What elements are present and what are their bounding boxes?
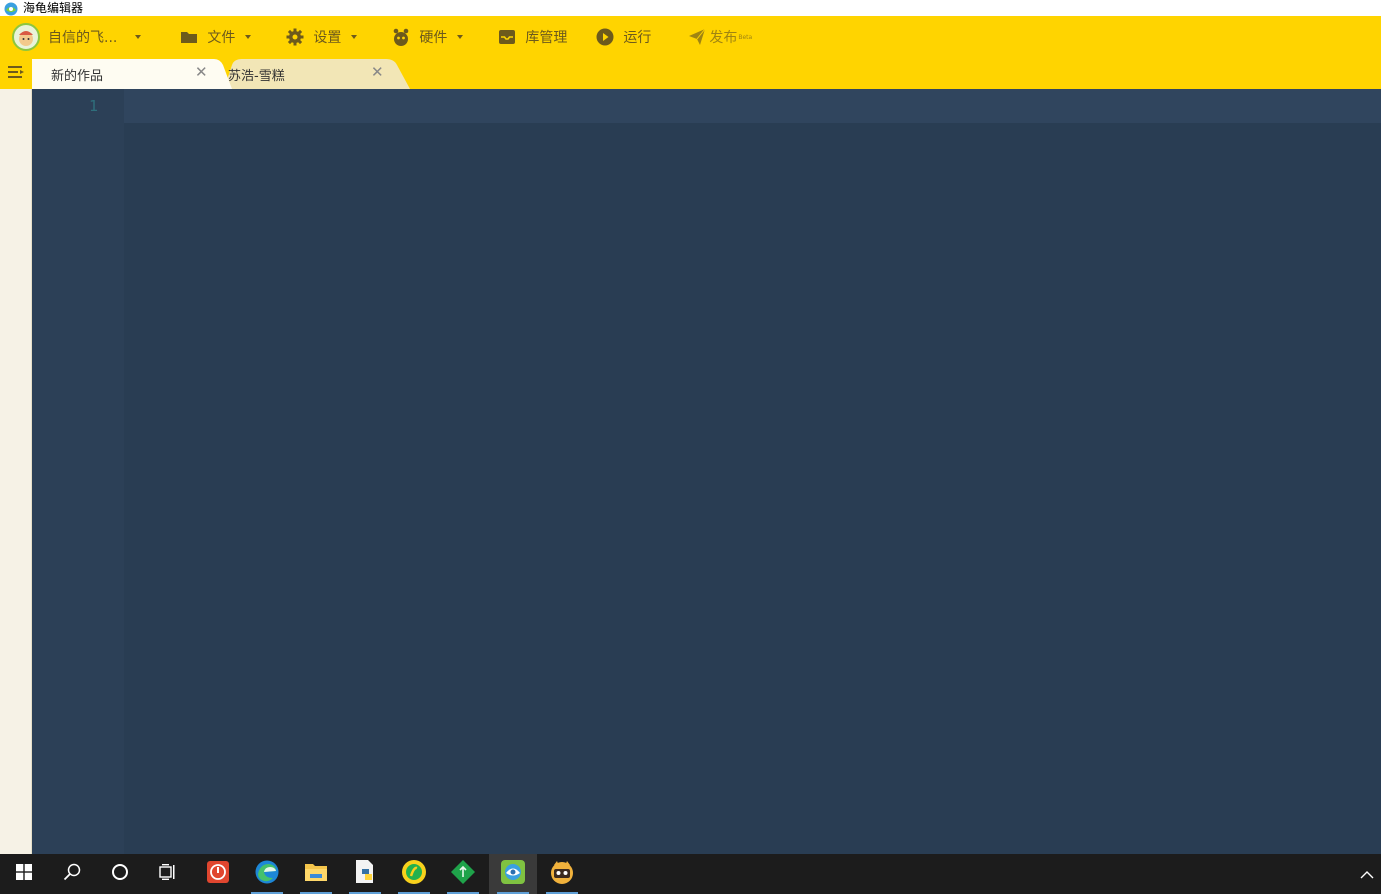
search-button[interactable] <box>48 854 96 894</box>
edge-icon <box>254 859 280 889</box>
run-button[interactable]: 运行 <box>595 16 651 58</box>
paper-plane-icon <box>687 27 707 47</box>
beta-badge: Beta <box>738 33 753 41</box>
task-view-button[interactable] <box>144 854 192 894</box>
tab-2-label: 苏浩-雪糕 <box>228 68 285 84</box>
hardware-menu-label: 硬件 <box>419 30 448 46</box>
taskbar-music[interactable] <box>390 854 438 894</box>
settings-menu[interactable]: 设置 <box>285 16 358 58</box>
taskbar-file-explorer[interactable] <box>292 854 340 894</box>
window-title: 海龟编辑器 <box>23 1 84 15</box>
cortana-icon <box>111 863 129 885</box>
show-hidden-icons-button[interactable] <box>1359 866 1375 882</box>
turtle-editor-icon <box>500 859 526 889</box>
library-manager-button[interactable]: 库管理 <box>497 16 567 58</box>
tab-1-label: 新的作品 <box>51 68 104 84</box>
file-explorer-icon <box>304 861 328 887</box>
close-icon[interactable]: ✕ <box>371 63 384 81</box>
chevron-up-icon <box>1360 865 1374 884</box>
sidebar-toggle-button[interactable] <box>0 58 32 89</box>
start-button[interactable] <box>0 854 48 894</box>
chevron-down-icon <box>135 35 142 39</box>
active-line-highlight[interactable] <box>124 89 1381 123</box>
user-name: 自信的飞... <box>48 30 118 46</box>
tab-1[interactable]: 新的作品 ✕ <box>32 59 232 89</box>
taskbar-python-file[interactable] <box>341 854 389 894</box>
run-label: 运行 <box>623 30 652 46</box>
chevron-down-icon <box>245 35 252 39</box>
taskbar-cat-app[interactable] <box>538 854 586 894</box>
tab-bar: 苏浩-雪糕 ✕ 新的作品 ✕ <box>0 58 1381 89</box>
taskbar-turtle-editor[interactable] <box>489 854 537 894</box>
side-panel <box>0 89 32 854</box>
chevron-down-icon <box>457 35 464 39</box>
app-red-icon <box>206 860 230 888</box>
avatar <box>12 23 40 51</box>
chevron-down-icon <box>351 35 358 39</box>
windows-taskbar <box>0 854 1381 894</box>
taskbar-edge[interactable] <box>243 854 291 894</box>
app-logo-icon <box>3 1 19 16</box>
close-icon[interactable]: ✕ <box>195 63 208 81</box>
publish-label: 发布 <box>709 30 738 46</box>
cortana-button[interactable] <box>96 854 144 894</box>
code-text-area[interactable] <box>124 123 1381 854</box>
line-number-gutter: 1 <box>32 89 124 854</box>
library-manager-label: 库管理 <box>525 30 568 46</box>
code-editor[interactable]: 1 <box>32 89 1381 854</box>
cat-app-icon <box>549 859 575 889</box>
taskbar-green-app[interactable] <box>439 854 487 894</box>
inbox-icon <box>497 27 517 47</box>
folder-icon <box>179 27 199 47</box>
file-menu-label: 文件 <box>207 30 236 46</box>
music-icon <box>401 859 427 889</box>
main-toolbar: 自信的飞... 文件 设置 硬件 库管理 运行 发布 Beta <box>0 16 1381 58</box>
menu-collapse-icon <box>8 64 24 83</box>
search-icon <box>63 863 81 885</box>
start-icon <box>16 864 32 884</box>
play-circle-icon <box>595 27 615 47</box>
publish-button[interactable]: 发布 Beta <box>687 16 752 58</box>
taskbar-app-red[interactable] <box>194 854 242 894</box>
green-diamond-icon <box>450 859 476 889</box>
task-view-icon <box>159 863 177 885</box>
user-menu[interactable]: 自信的飞... <box>12 16 142 58</box>
hardware-menu[interactable]: 硬件 <box>391 16 464 58</box>
tab-2[interactable]: 苏浩-雪糕 ✕ <box>214 59 410 89</box>
title-bar: 海龟编辑器 <box>0 0 1381 16</box>
settings-menu-label: 设置 <box>313 30 342 46</box>
gear-icon <box>285 27 305 47</box>
python-file-icon <box>353 859 377 889</box>
file-menu[interactable]: 文件 <box>179 16 252 58</box>
line-number: 1 <box>88 97 98 115</box>
robot-icon <box>391 27 411 47</box>
